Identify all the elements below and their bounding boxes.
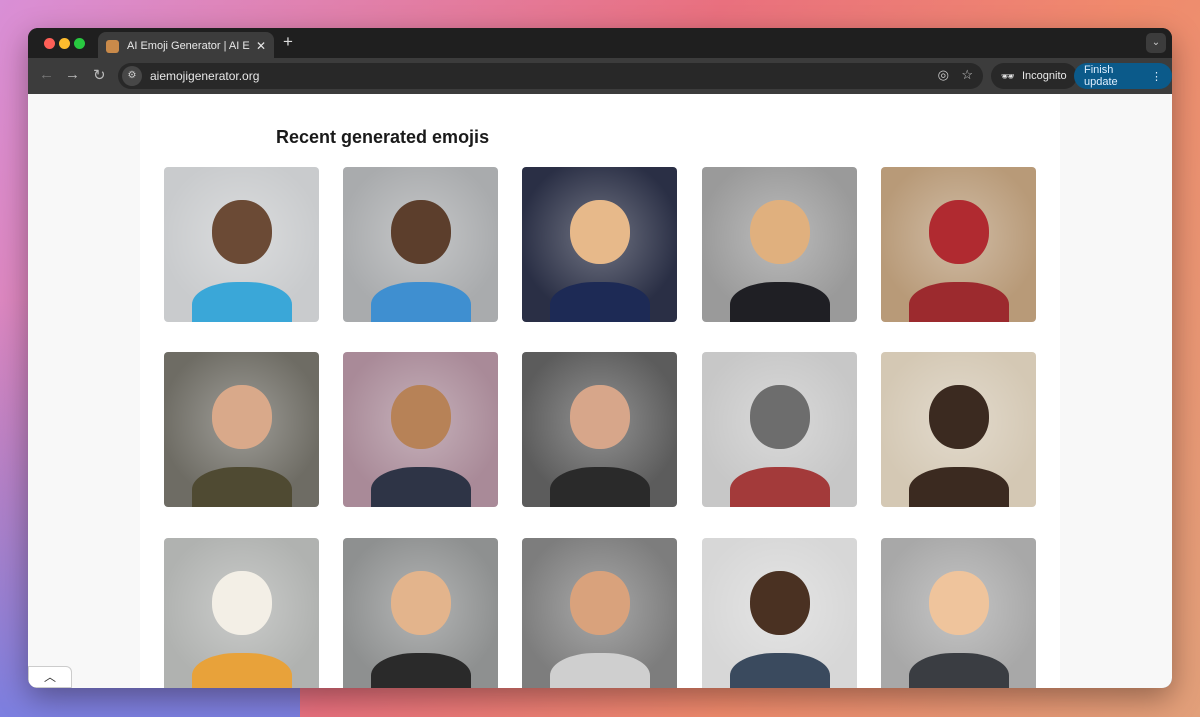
minimize-window-button[interactable] [59, 38, 70, 49]
emoji-head [390, 385, 451, 450]
finish-update-label: Finish update [1084, 64, 1118, 88]
new-tab-button[interactable]: + [283, 32, 293, 52]
tab-search-chevron-icon[interactable]: ⌄ [1146, 33, 1166, 53]
emoji-tile[interactable] [343, 352, 498, 507]
emoji-body [370, 282, 471, 322]
toolbar: ← → ↻ ⚙ aiemojigenerator.org ◎ ☆ 🕶 Incog… [28, 58, 1172, 94]
emoji-tile[interactable] [343, 167, 498, 322]
browser-window: AI Emoji Generator | AI Emoji Generator … [28, 28, 1172, 688]
emoji-tile[interactable] [881, 167, 1036, 322]
emoji-body [549, 653, 650, 688]
incognito-icon: 🕶 [1001, 70, 1015, 83]
site-settings-icon[interactable]: ⚙ [122, 66, 142, 86]
emoji-tile[interactable] [522, 538, 677, 688]
emoji-tile[interactable] [881, 538, 1036, 688]
emoji-tile[interactable] [164, 352, 319, 507]
emoji-body [549, 467, 650, 507]
emoji-head [928, 571, 989, 636]
emoji-head [749, 200, 810, 265]
emoji-body [729, 467, 830, 507]
close-window-button[interactable] [44, 38, 55, 49]
emoji-tile[interactable] [164, 167, 319, 322]
emoji-body [191, 653, 292, 688]
main-column: Recent generated emojis [140, 94, 1060, 688]
emoji-tile[interactable] [702, 167, 857, 322]
active-tab[interactable]: AI Emoji Generator | AI Emoji Generator … [98, 32, 274, 60]
emoji-body [908, 282, 1009, 322]
emoji-head [569, 385, 630, 450]
emoji-body [908, 653, 1009, 688]
emoji-body [370, 467, 471, 507]
scroll-up-button[interactable]: ︿ [28, 666, 72, 688]
maximize-window-button[interactable] [74, 38, 85, 49]
emoji-head [928, 385, 989, 450]
emoji-head [211, 200, 272, 265]
emoji-body [549, 282, 650, 322]
more-menu-icon[interactable]: ⋮ [1151, 70, 1162, 83]
back-icon[interactable]: ← [39, 66, 54, 83]
page-title: Recent generated emojis [276, 127, 490, 147]
emoji-head [390, 200, 451, 265]
incognito-label: Incognito [1021, 70, 1067, 82]
emoji-body [191, 282, 292, 322]
emoji-body [908, 467, 1009, 507]
emoji-body [729, 653, 830, 688]
emoji-head [211, 571, 272, 636]
emoji-tile[interactable] [702, 538, 857, 688]
emoji-head [749, 571, 810, 636]
emoji-body [729, 282, 830, 322]
emoji-body [191, 467, 292, 507]
emoji-tile[interactable] [522, 352, 677, 507]
favicon-icon [106, 39, 119, 53]
emoji-body [370, 653, 471, 688]
page-content: Recent generated emojis ︿ [28, 94, 1172, 688]
url-text[interactable]: aiemojigenerator.org [150, 69, 259, 83]
incognito-badge[interactable]: 🕶 Incognito [991, 63, 1077, 89]
emoji-tile[interactable] [522, 167, 677, 322]
eye-off-icon[interactable]: ◎ [938, 67, 949, 83]
tab-strip: AI Emoji Generator | AI Emoji Generator … [28, 28, 1172, 60]
address-bar[interactable]: ⚙ aiemojigenerator.org ◎ ☆ [118, 63, 983, 89]
emoji-tile[interactable] [343, 538, 498, 688]
star-icon[interactable]: ☆ [961, 67, 973, 83]
tab-title: AI Emoji Generator | AI Emoji Generator [127, 40, 250, 52]
forward-icon[interactable]: → [65, 66, 80, 83]
emoji-tile[interactable] [164, 538, 319, 688]
emoji-head [390, 571, 451, 636]
emoji-tile[interactable] [702, 352, 857, 507]
finish-update-button[interactable]: Finish update ⋮ [1074, 63, 1172, 89]
close-tab-icon[interactable]: ✕ [256, 39, 266, 53]
emoji-head [211, 385, 272, 450]
emoji-tile[interactable] [881, 352, 1036, 507]
emoji-head [749, 385, 810, 450]
emoji-head [569, 200, 630, 265]
emoji-head [928, 200, 989, 265]
reload-icon[interactable]: ↻ [93, 66, 106, 84]
emoji-head [569, 571, 630, 636]
